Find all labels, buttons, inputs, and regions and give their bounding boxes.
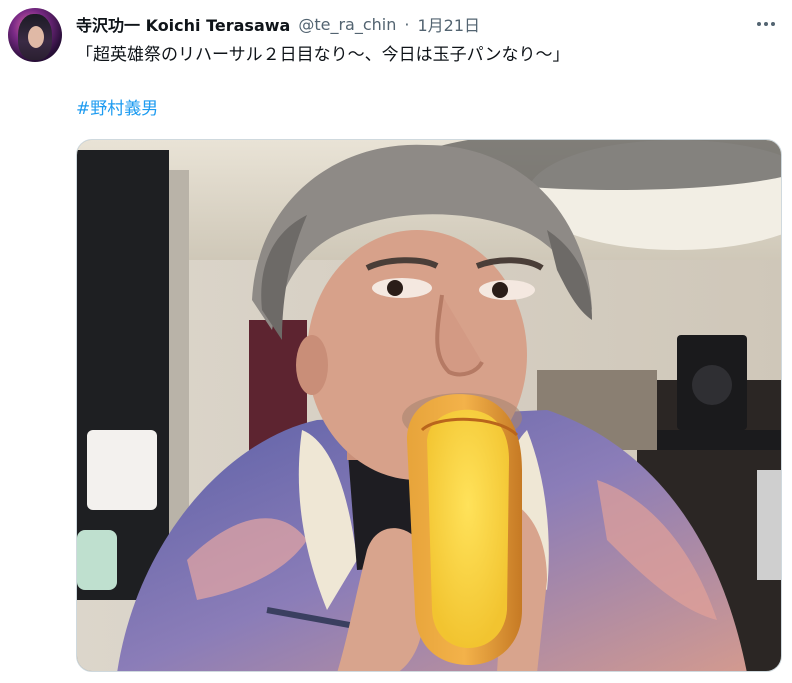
display-name[interactable]: 寺沢功一 Koichi Terasawa [76,12,290,36]
user-handle[interactable]: @te_ra_chin [298,15,396,34]
photo-illustration [77,140,781,671]
more-horizontal-icon[interactable] [754,14,778,34]
avatar-face [28,26,44,48]
avatar[interactable] [8,8,62,62]
tweet-header: 寺沢功一 Koichi Terasawa @te_ra_chin · 1月21日 [76,12,480,36]
tweet-date[interactable]: 1月21日 [417,12,480,36]
tweet-text: 「超英雄祭のリハーサル２日目なり〜、今日は玉子パンなり〜」 [76,45,570,65]
header-separator: · [404,14,410,34]
tweet-photo[interactable] [76,139,782,672]
hashtag-link[interactable]: #野村義男 [76,98,158,120]
